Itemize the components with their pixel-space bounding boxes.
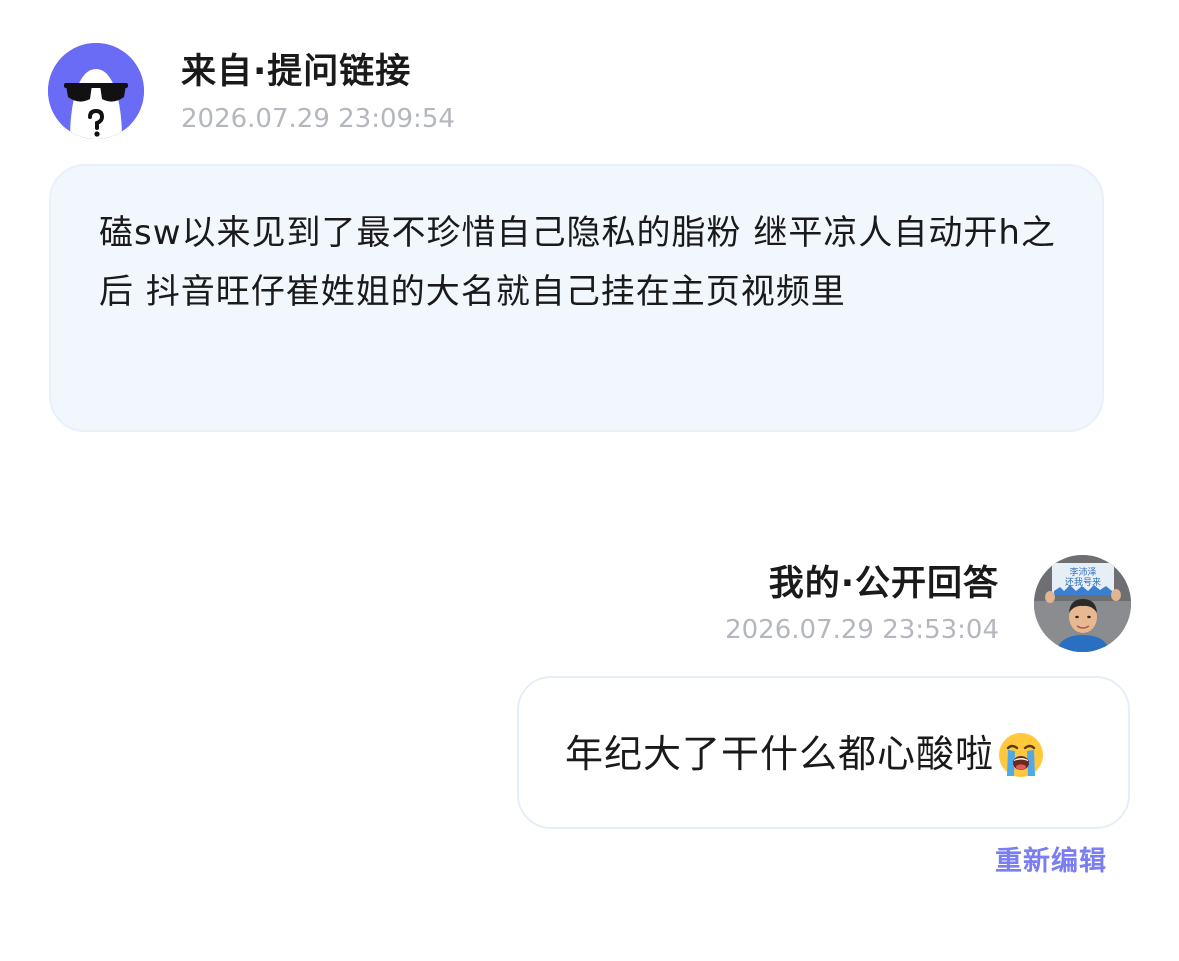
question-bubble: 磕sw以来见到了最不珍惜自己隐私的脂粉 继平凉人自动开h之后 抖音旺仔崔姓姐的大… [49, 164, 1104, 432]
re-edit-button[interactable]: 重新编辑 [995, 844, 1107, 880]
question-timestamp: 2026.07.29 23:09:54 [181, 104, 455, 134]
loudly-crying-face-icon [996, 729, 1046, 779]
question-text: 磕sw以来见到了最不珍惜自己隐私的脂粉 继平凉人自动开h之后 抖音旺仔崔姓姐的大… [99, 213, 1056, 312]
anonymous-sunglasses-ghost-icon [48, 43, 144, 139]
answer-bubble: 年纪大了干什么都心酸啦 [517, 676, 1130, 829]
answer-text-line: 年纪大了干什么都心酸啦 [565, 729, 1046, 779]
avatar-sign-line1: 李沛泽 [1069, 566, 1096, 578]
asker-avatar [48, 43, 144, 139]
answer-text: 年纪大了干什么都心酸啦 [565, 732, 995, 776]
avatar-photo: 李沛泽 还我号来 [1034, 555, 1131, 652]
qa-detail-page: 来自·提问链接 2026.07.29 23:09:54 磕sw以来见到了最不珍惜… [0, 0, 1179, 961]
question-source-title: 来自·提问链接 [181, 52, 412, 92]
answer-timestamp: 2026.07.29 23:53:04 [725, 615, 999, 645]
avatar-sign-line2: 还我号来 [1065, 576, 1101, 588]
answer-title: 我的·公开回答 [768, 564, 999, 604]
my-avatar[interactable]: 李沛泽 还我号来 [1034, 555, 1131, 652]
